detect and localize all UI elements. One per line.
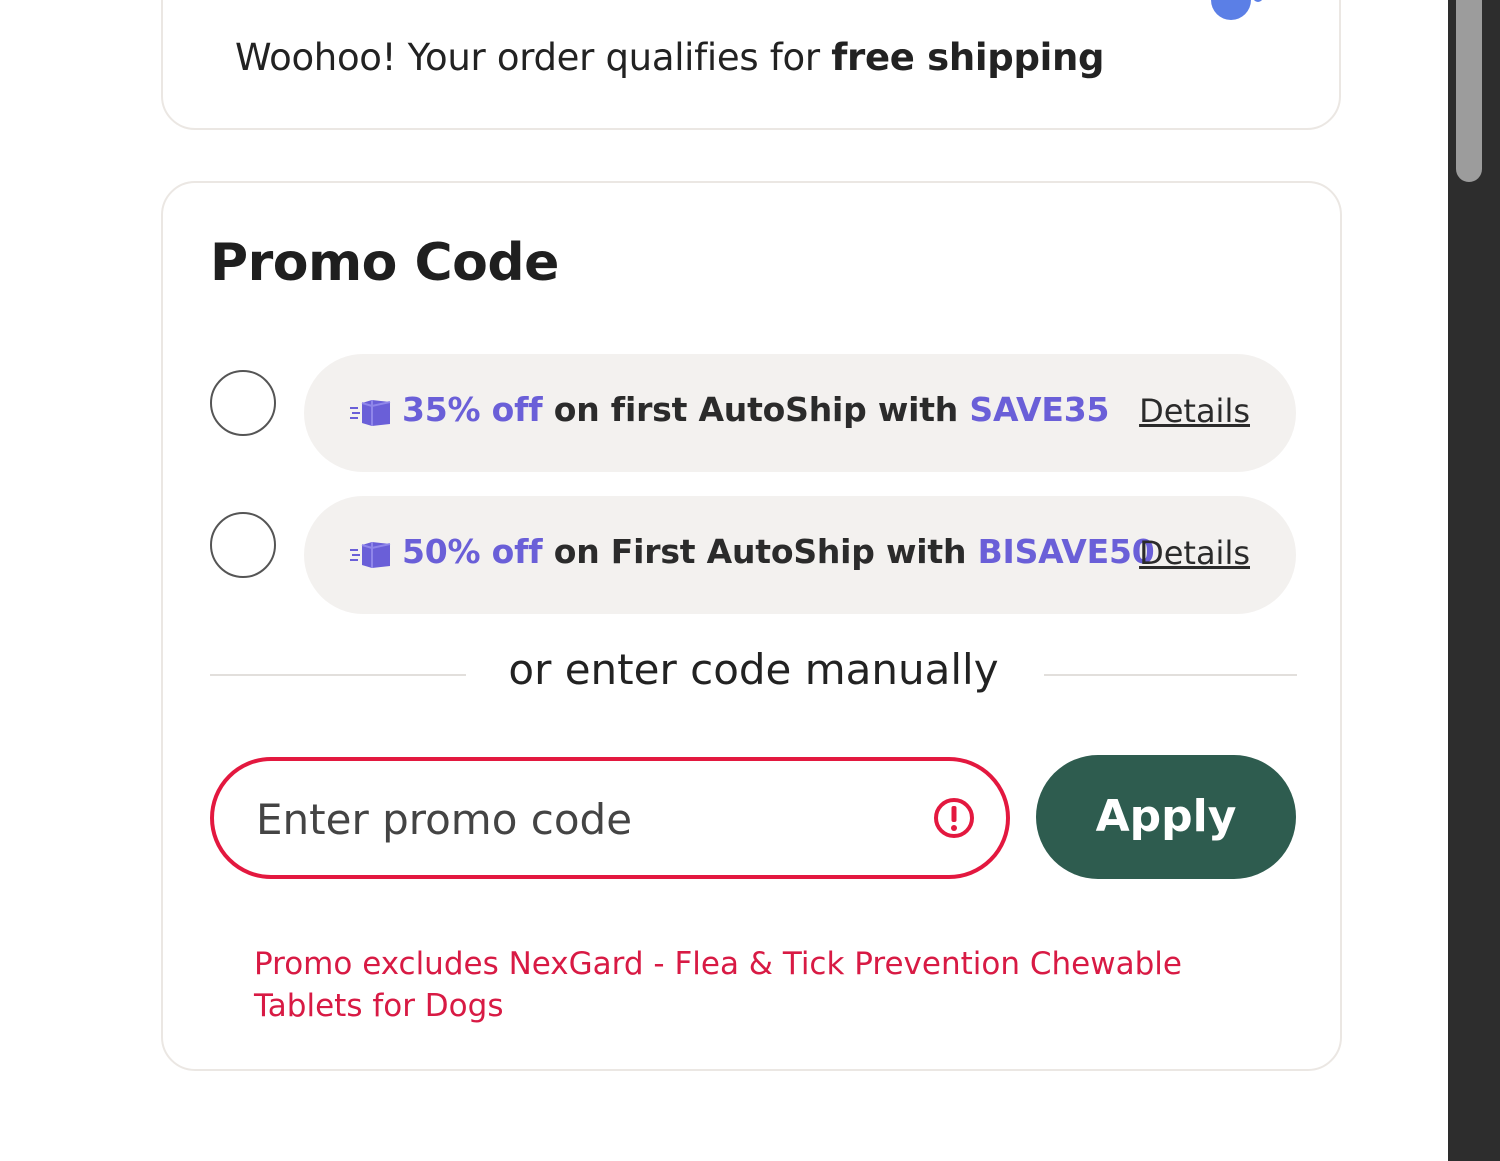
promo-code-card: Promo Code 35% off on first AutoShip wit… — [161, 181, 1342, 1071]
scrollbar-track[interactable] — [1448, 0, 1500, 1161]
offer-discount: 50% off — [402, 532, 543, 571]
offer-text-bisave50: 50% off on First AutoShip with BISAVE50 — [402, 532, 1155, 571]
offer-text-save35: 35% off on first AutoShip with SAVE35 — [402, 390, 1109, 429]
offer-radio-save35[interactable] — [210, 370, 276, 436]
offer-details-link[interactable]: Details — [1139, 392, 1250, 430]
promo-title: Promo Code — [210, 233, 559, 293]
autoship-truck-icon — [350, 400, 391, 426]
divider-line-right — [1044, 674, 1297, 676]
offer-pill-bisave50[interactable]: 50% off on First AutoShip with BISAVE50 … — [304, 496, 1296, 614]
divider-text: or enter code manually — [508, 645, 999, 694]
promo-input-wrapper — [210, 757, 1010, 879]
promo-error-message: Promo excludes NexGard - Flea & Tick Pre… — [254, 946, 1182, 1024]
offer-radio-bisave50[interactable] — [210, 512, 276, 578]
error-icon — [934, 798, 974, 838]
offer-code: BISAVE50 — [977, 532, 1155, 571]
shipping-card: Woohoo! Your order qualifies for free sh… — [161, 0, 1341, 130]
promo-code-input[interactable] — [254, 785, 878, 853]
free-shipping-message-prefix: Woohoo! Your order qualifies for — [235, 36, 832, 79]
offer-pill-save35[interactable]: 35% off on first AutoShip with SAVE35 De… — [304, 354, 1296, 472]
offer-details-link[interactable]: Details — [1139, 534, 1250, 572]
scrollbar-thumb[interactable] — [1456, 0, 1482, 182]
free-shipping-message: Woohoo! Your order qualifies for free sh… — [235, 36, 1105, 79]
offer-description: on first AutoShip with — [542, 390, 970, 429]
apply-button[interactable]: Apply — [1036, 755, 1296, 879]
offer-discount: 35% off — [402, 390, 543, 429]
offer-description: on First AutoShip with — [542, 532, 978, 571]
autoship-truck-icon — [350, 542, 391, 568]
offer-code: SAVE35 — [969, 390, 1110, 429]
shipping-badge-icon — [1211, 0, 1251, 20]
shipping-badge-dot — [1253, 0, 1263, 2]
free-shipping-message-bold: free shipping — [831, 36, 1105, 79]
